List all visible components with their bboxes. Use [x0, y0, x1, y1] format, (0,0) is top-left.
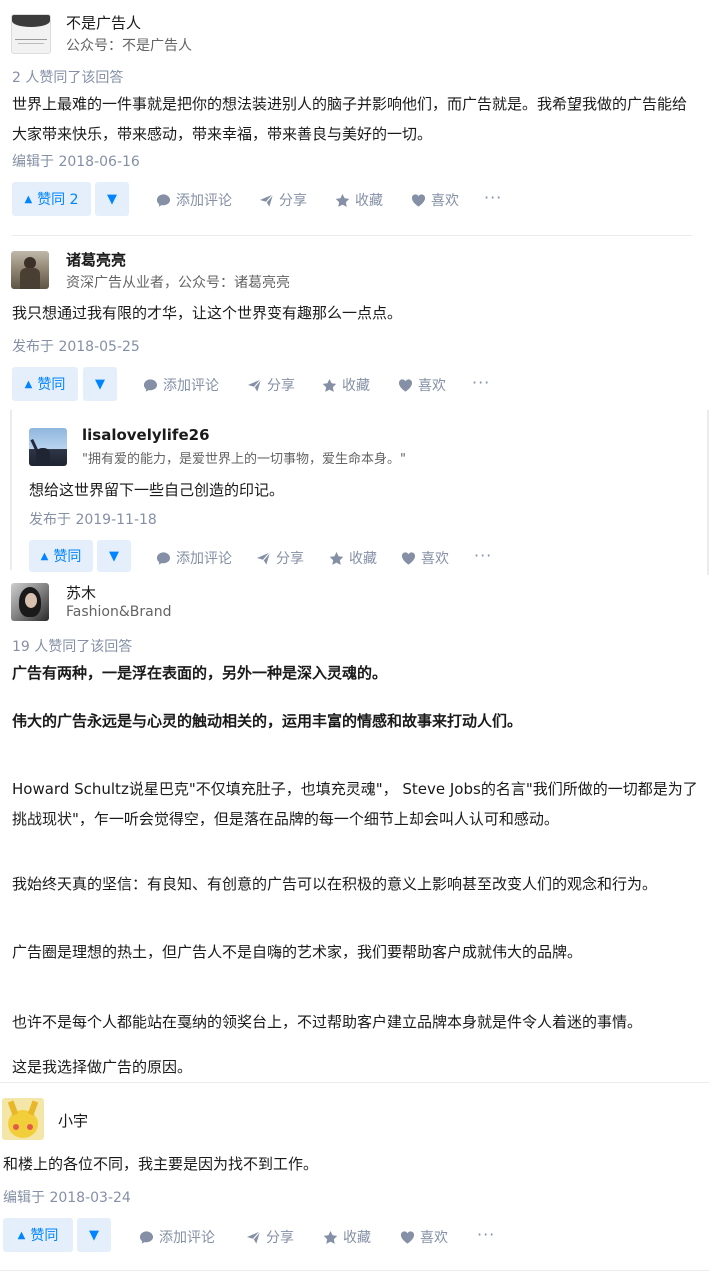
heart-icon — [401, 551, 416, 565]
like-button[interactable]: 喜欢 — [411, 190, 459, 210]
answer-paragraph: 也许不是每个人都能站在戛纳的领奖台上，不过帮助客户建立品牌本身就是件令人着迷的事… — [12, 1013, 643, 1031]
answer-paragraph: 我始终天真的坚信：有良知、有创意的广告可以在积极的意义上影响甚至改变人们的观念和… — [12, 875, 658, 893]
upvote-label: 赞同 — [37, 377, 66, 393]
heart-icon — [400, 1230, 415, 1244]
author-name[interactable]: 不是广告人 — [66, 12, 141, 33]
share-button[interactable]: 分享 — [246, 1227, 294, 1247]
downvote-button[interactable]: ▼ — [97, 540, 131, 572]
divider — [0, 1082, 709, 1083]
upvote-button[interactable]: ▲ 赞同 — [12, 367, 78, 401]
author-headline: 资深广告从业者，公众号：诸葛亮亮 — [66, 275, 290, 291]
downvote-icon: ▼ — [89, 1227, 99, 1243]
more-icon[interactable]: ··· — [477, 1225, 495, 1244]
answer-paragraph: 伟大的广告永远是与心灵的触动相关的，运用丰富的情感和故事来打动人们。 — [12, 712, 523, 730]
star-icon — [335, 193, 350, 207]
avatar[interactable] — [11, 583, 49, 621]
downvote-button[interactable]: ▼ — [83, 367, 117, 401]
share-icon — [247, 378, 262, 392]
answer-content: 世界上最难的一件事就是把你的想法装进别人的脑子并影响他们，而广告就是。我希望我做… — [12, 95, 688, 143]
downvote-icon: ▼ — [107, 191, 117, 207]
like-button[interactable]: 喜欢 — [398, 375, 446, 395]
author-name[interactable]: 诸葛亮亮 — [66, 249, 126, 270]
upvote-label: 赞同 2 — [37, 192, 79, 208]
upvote-icon: ▲ — [17, 1229, 26, 1241]
heart-icon — [398, 378, 413, 392]
avatar[interactable] — [29, 428, 67, 466]
avatar[interactable] — [2, 1098, 44, 1140]
divider — [12, 235, 692, 236]
comment-icon — [139, 1230, 154, 1244]
author-name[interactable]: 苏木 — [66, 582, 96, 603]
answer-content: 我只想通过我有限的才华，让这个世界变有趣那么一点点。 — [12, 304, 403, 322]
answer-date[interactable]: 发布于 2019-11-18 — [29, 509, 157, 529]
author-headline: Fashion&Brand — [66, 604, 172, 620]
vote-count-text: 19 人赞同了该回答 — [12, 639, 133, 655]
share-button[interactable]: 分享 — [259, 190, 307, 210]
like-button[interactable]: 喜欢 — [401, 548, 449, 568]
star-icon — [323, 1230, 338, 1244]
star-icon — [322, 378, 337, 392]
answer-paragraph: Howard Schultz说星巴克"不仅填充肚子，也填充灵魂"， Steve … — [12, 780, 698, 828]
downvote-icon: ▼ — [95, 376, 105, 392]
answer-content: 和楼上的各位不同，我主要是因为找不到工作。 — [3, 1155, 319, 1173]
upvote-icon: ▲ — [24, 378, 33, 390]
author-name[interactable]: 小宇 — [58, 1110, 88, 1131]
vote-count-text: 2 人赞同了该回答 — [12, 70, 124, 86]
comment-button[interactable]: 添加评论 — [156, 190, 232, 210]
collect-button[interactable]: 收藏 — [335, 190, 383, 210]
collect-button[interactable]: 收藏 — [322, 375, 370, 395]
share-button[interactable]: 分享 — [247, 375, 295, 395]
more-icon[interactable]: ··· — [474, 546, 492, 565]
comment-icon — [143, 378, 158, 392]
answer-date[interactable]: 发布于 2018-05-25 — [12, 336, 140, 356]
author-headline: "拥有爱的能力，是爱世界上的一切事物，爱生命本身。" — [82, 452, 406, 467]
answer-paragraph: 广告圈是理想的热土，但广告人不是自嗨的艺术家，我们要帮助客户成就伟大的品牌。 — [12, 943, 583, 961]
heart-icon — [411, 193, 426, 207]
comment-button[interactable]: 添加评论 — [156, 548, 232, 568]
upvote-label: 赞同 — [53, 549, 82, 565]
share-icon — [246, 1230, 261, 1244]
more-icon[interactable]: ··· — [472, 373, 490, 392]
downvote-button[interactable]: ▼ — [95, 182, 129, 216]
collect-button[interactable]: 收藏 — [329, 548, 377, 568]
upvote-icon: ▲ — [24, 193, 33, 205]
like-button[interactable]: 喜欢 — [400, 1227, 448, 1247]
comment-icon — [156, 551, 171, 565]
collect-button[interactable]: 收藏 — [323, 1227, 371, 1247]
answer-paragraph: 这是我选择做广告的原因。 — [12, 1058, 193, 1076]
avatar[interactable] — [11, 251, 49, 289]
upvote-button[interactable]: ▲ 赞同 — [29, 540, 93, 572]
upvote-button[interactable]: ▲ 赞同 — [3, 1218, 73, 1252]
share-button[interactable]: 分享 — [256, 548, 304, 568]
answer-date[interactable]: 编辑于 2018-06-16 — [12, 151, 140, 171]
nested-answer-border — [10, 410, 12, 570]
share-icon — [259, 193, 274, 207]
share-icon — [256, 551, 271, 565]
downvote-icon: ▼ — [109, 548, 119, 564]
author-name[interactable]: lisalovelylife26 — [82, 426, 210, 444]
downvote-button[interactable]: ▼ — [77, 1218, 111, 1252]
upvote-icon: ▲ — [40, 550, 49, 562]
divider — [0, 1270, 709, 1271]
upvote-label: 赞同 — [30, 1228, 59, 1244]
avatar[interactable] — [11, 14, 51, 54]
answer-content: 想给这世界留下一些自己创造的印记。 — [29, 481, 285, 499]
star-icon — [329, 551, 344, 565]
author-headline: 公众号：不是广告人 — [66, 38, 192, 54]
more-icon[interactable]: ··· — [484, 188, 502, 207]
comment-icon — [156, 193, 171, 207]
answer-date[interactable]: 编辑于 2018-03-24 — [3, 1187, 131, 1207]
upvote-button[interactable]: ▲ 赞同 2 — [12, 182, 91, 216]
comment-button[interactable]: 添加评论 — [143, 375, 219, 395]
comment-button[interactable]: 添加评论 — [139, 1227, 215, 1247]
answer-paragraph: 广告有两种，一是浮在表面的，另外一种是深入灵魂的。 — [12, 664, 388, 682]
